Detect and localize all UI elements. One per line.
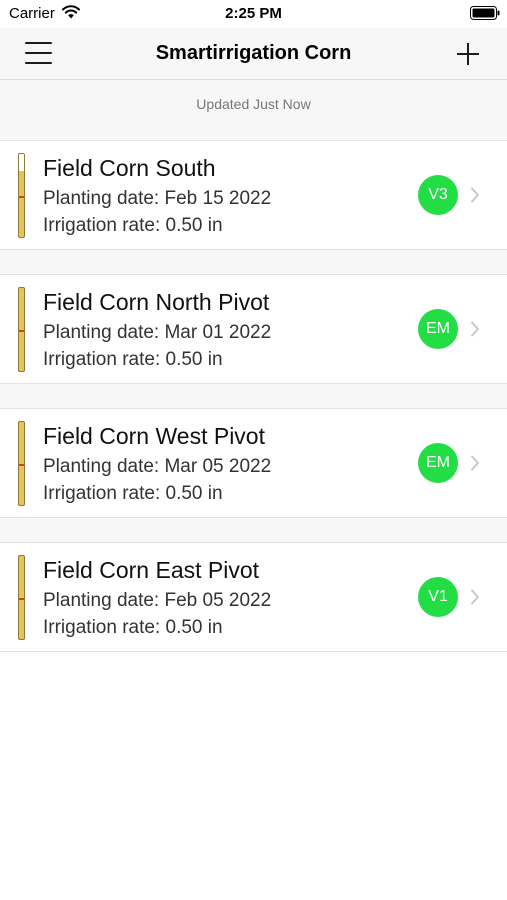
section-separator [0, 384, 507, 409]
field-row[interactable]: Field Corn West Pivot Planting date: Mar… [0, 409, 507, 518]
chevron-right-icon [471, 187, 479, 203]
irrigation-rate: Irrigation rate: 0.50 in [43, 349, 223, 370]
field-row[interactable]: Field Corn East Pivot Planting date: Feb… [0, 543, 507, 652]
section-separator [0, 518, 507, 543]
field-name: Field Corn South [43, 155, 216, 181]
navigation-bar: Smartirrigation Corn [0, 28, 507, 80]
chevron-right-icon [471, 321, 479, 337]
growth-bar-marker [19, 330, 24, 332]
growth-bar-marker [19, 598, 24, 600]
section-separator [0, 250, 507, 275]
field-row[interactable]: Field Corn South Planting date: Feb 15 2… [0, 141, 507, 250]
planting-date: Planting date: Feb 15 2022 [43, 188, 272, 209]
irrigation-rate: Irrigation rate: 0.50 in [43, 617, 223, 638]
chevron-right-icon [471, 589, 479, 605]
planting-date: Planting date: Feb 05 2022 [43, 590, 272, 611]
growth-stage-badge: EM [418, 443, 458, 483]
status-time: 2:25 PM [225, 5, 282, 22]
growth-stage-badge: EM [418, 309, 458, 349]
field-name: Field Corn North Pivot [43, 289, 270, 315]
irrigation-rate: Irrigation rate: 0.50 in [43, 483, 223, 504]
page-title: Smartirrigation Corn [155, 42, 352, 64]
add-field-button[interactable] [452, 38, 484, 70]
field-row[interactable]: Field Corn North Pivot Planting date: Ma… [0, 275, 507, 384]
status-bar: Carrier 2:25 PM [0, 0, 507, 28]
field-list: Field Corn South Planting date: Feb 15 2… [0, 141, 507, 652]
growth-progress-bar [18, 287, 25, 372]
planting-date: Planting date: Mar 01 2022 [43, 322, 272, 343]
growth-bar-marker [19, 464, 24, 466]
growth-bar-marker [19, 196, 24, 198]
field-name: Field Corn East Pivot [43, 557, 260, 583]
growth-stage-badge: V3 [418, 175, 458, 215]
growth-progress-bar [18, 421, 25, 506]
growth-progress-bar [18, 555, 25, 640]
planting-date: Planting date: Mar 05 2022 [43, 456, 272, 477]
field-name: Field Corn West Pivot [43, 423, 265, 449]
growth-bar-empty [19, 154, 24, 171]
battery-icon [470, 6, 500, 20]
updated-header: Updated Just Now [0, 80, 507, 141]
irrigation-rate: Irrigation rate: 0.50 in [43, 215, 223, 236]
updated-status: Updated Just Now [196, 96, 311, 112]
growth-progress-bar [18, 153, 25, 238]
app-screen: Carrier 2:25 PM Smartirrigation Corn Upd… [0, 0, 507, 900]
chevron-right-icon [471, 455, 479, 471]
growth-stage-badge: V1 [418, 577, 458, 617]
